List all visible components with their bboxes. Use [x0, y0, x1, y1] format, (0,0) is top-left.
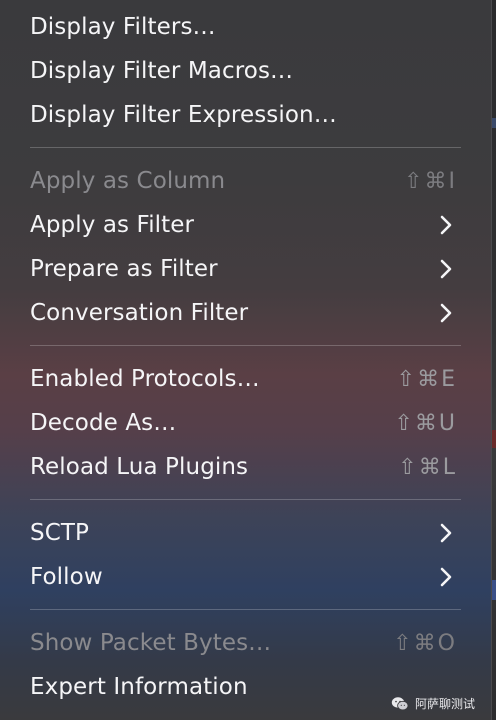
wechat-icon — [391, 696, 409, 710]
menu-item-sctp[interactable]: SCTP — [0, 513, 491, 553]
chevron-right-icon — [435, 302, 457, 324]
chevron-right-icon — [435, 214, 457, 236]
menu-item-label: Decode As… — [30, 410, 177, 436]
menu-item-label: Prepare as Filter — [30, 256, 218, 282]
menu-item-decode-as[interactable]: Decode As… ⇧⌘U — [0, 403, 491, 443]
menu-item-label: Conversation Filter — [30, 300, 249, 326]
menu-item-apply-as-filter[interactable]: Apply as Filter — [0, 205, 491, 245]
menu-item-label: Display Filter Expression… — [30, 102, 337, 128]
chevron-right-icon — [435, 522, 457, 544]
menu-item-conversation-filter[interactable]: Conversation Filter — [0, 293, 491, 333]
menu-item-label: Show Packet Bytes… — [30, 630, 272, 656]
keyboard-shortcut: ⇧⌘I — [404, 168, 457, 194]
menu-item-label: Enabled Protocols… — [30, 366, 260, 392]
menu-item-display-filter-expression[interactable]: Display Filter Expression… — [0, 95, 491, 135]
keyboard-shortcut: ⇧⌘E — [396, 366, 457, 392]
keyboard-shortcut: ⇧⌘U — [394, 410, 457, 436]
menu-separator — [30, 345, 461, 346]
chevron-right-icon — [435, 566, 457, 588]
menu-item-display-filter-macros[interactable]: Display Filter Macros… — [0, 51, 491, 91]
menu-item-reload-lua-plugins[interactable]: Reload Lua Plugins ⇧⌘L — [0, 447, 491, 487]
menu-separator — [30, 499, 461, 500]
menu-item-label: Follow — [30, 564, 103, 590]
analyze-menu: Display Filters… Display Filter Macros… … — [0, 0, 492, 720]
menu-item-label: Expert Information — [30, 674, 248, 700]
keyboard-shortcut: ⇧⌘O — [393, 630, 457, 656]
menu-separator — [30, 147, 461, 148]
menu-item-show-packet-bytes: Show Packet Bytes… ⇧⌘O — [0, 623, 491, 663]
menu-item-label: Apply as Filter — [30, 212, 195, 238]
keyboard-shortcut: ⇧⌘L — [398, 454, 457, 480]
chevron-right-icon — [435, 258, 457, 280]
menu-item-label: Display Filter Macros… — [30, 58, 294, 84]
menu-item-prepare-as-filter[interactable]: Prepare as Filter — [0, 249, 491, 289]
menu-item-display-filters[interactable]: Display Filters… — [0, 7, 491, 47]
menu-item-follow[interactable]: Follow — [0, 557, 491, 597]
menu-item-label: Display Filters… — [30, 14, 216, 40]
menu-separator — [30, 609, 461, 610]
menu-item-apply-as-column: Apply as Column ⇧⌘I — [0, 161, 491, 201]
menu-item-label: Reload Lua Plugins — [30, 454, 249, 480]
watermark: 阿萨聊测试 — [391, 695, 475, 712]
menu-item-enabled-protocols[interactable]: Enabled Protocols… ⇧⌘E — [0, 359, 491, 399]
watermark-text: 阿萨聊测试 — [414, 697, 475, 711]
menu-item-label: SCTP — [30, 520, 89, 546]
menu-item-label: Apply as Column — [30, 168, 226, 194]
